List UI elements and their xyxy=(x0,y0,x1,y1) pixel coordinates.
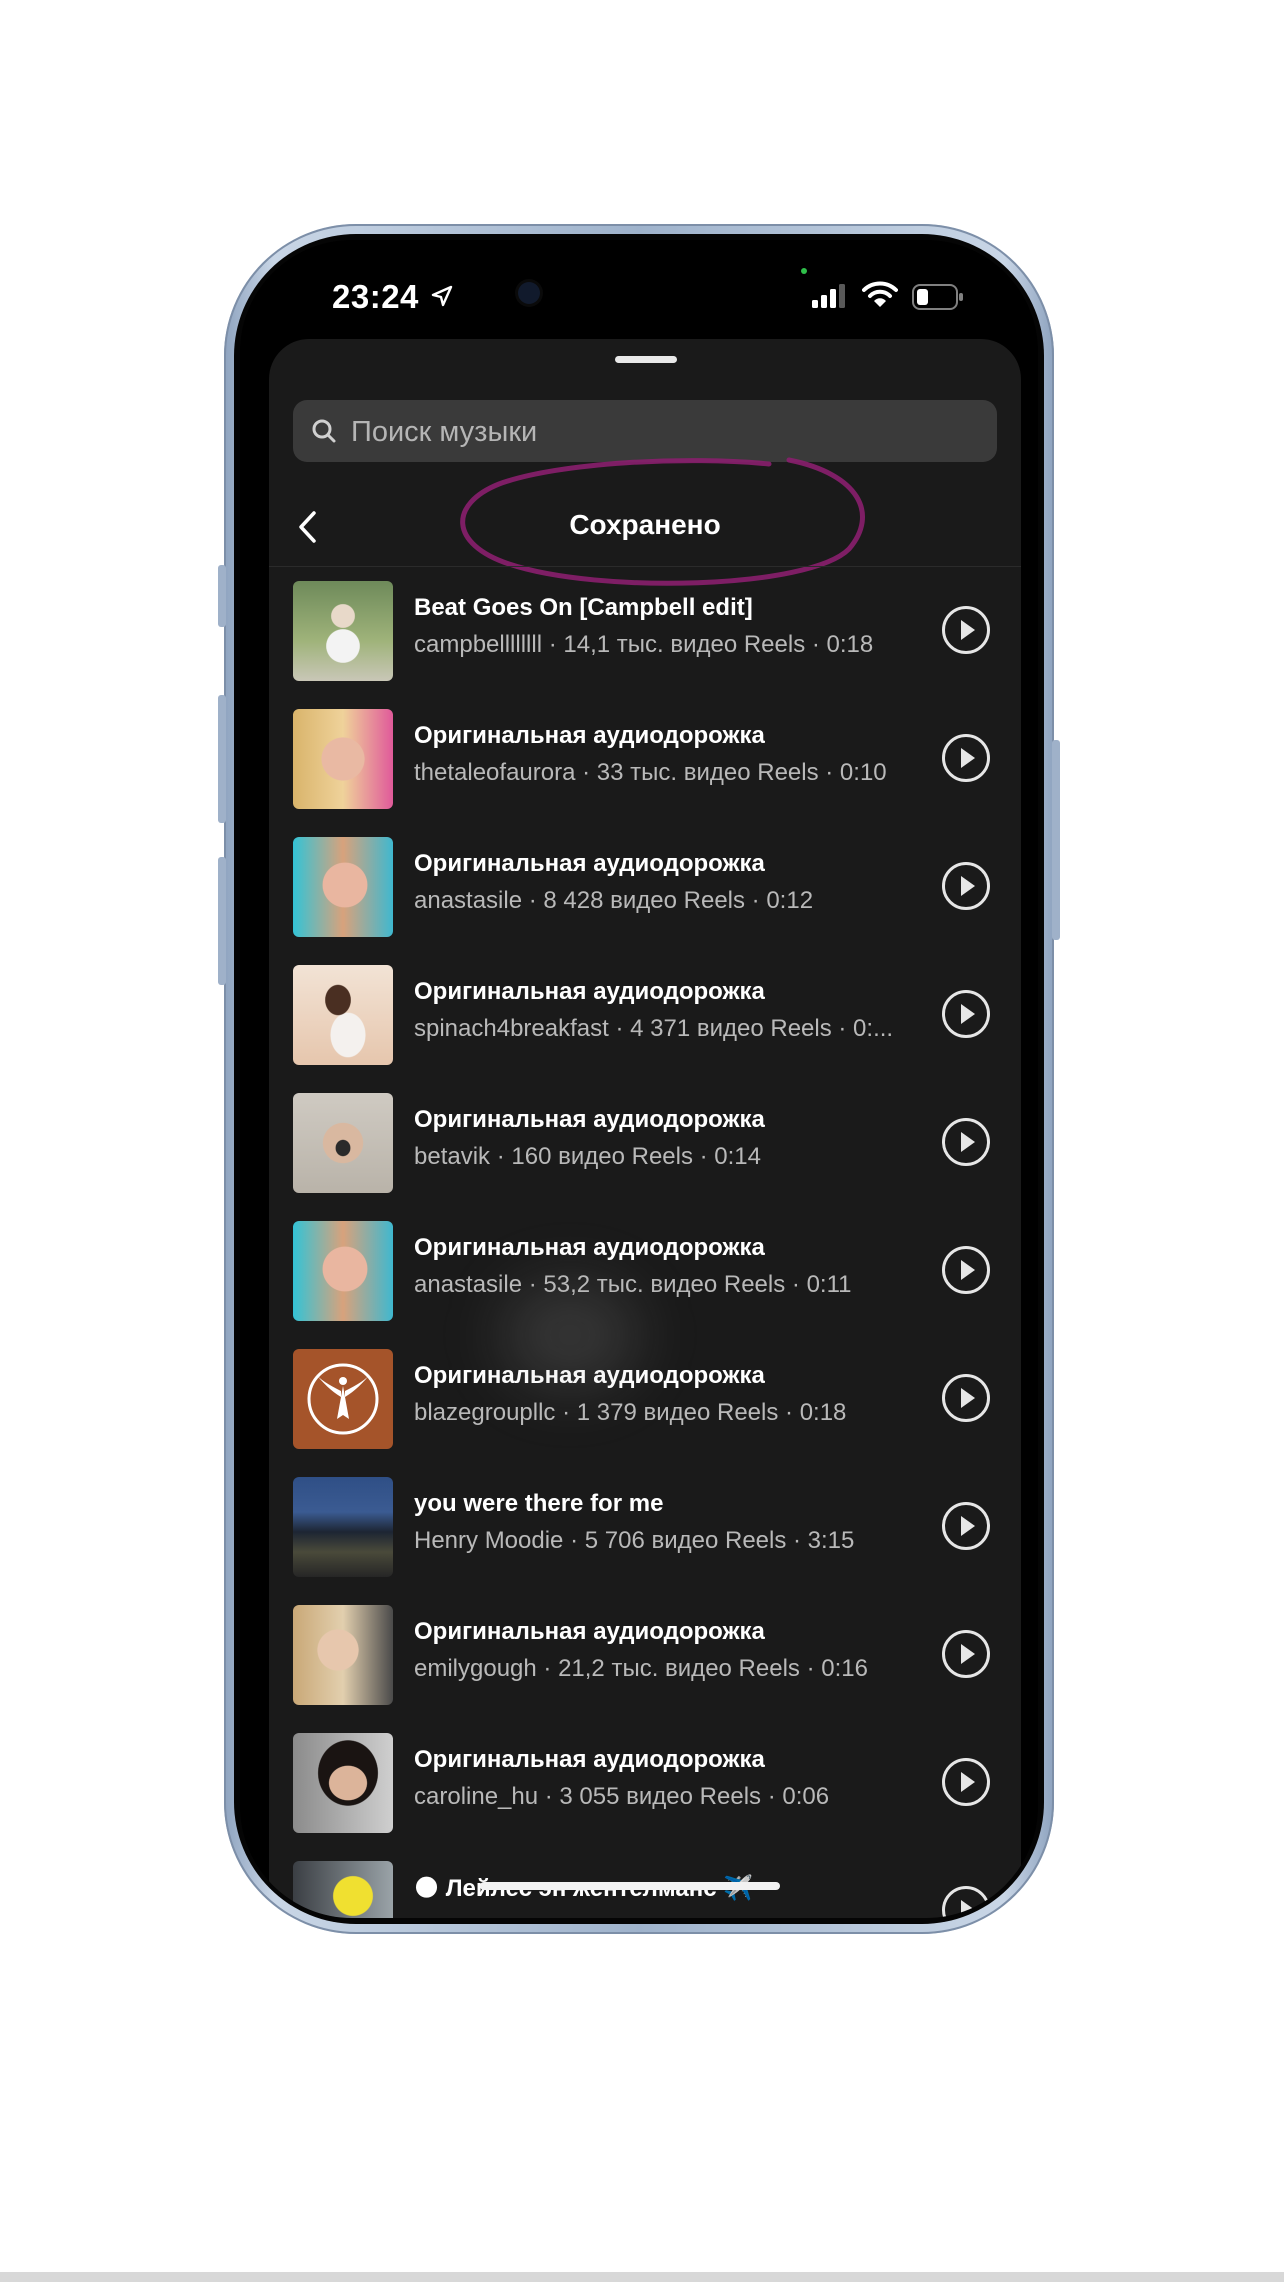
search-bar[interactable] xyxy=(293,400,997,464)
play-circle-icon[interactable] xyxy=(941,1757,991,1807)
angel-logo-icon xyxy=(307,1363,379,1435)
volume-down-button xyxy=(218,857,226,985)
power-button xyxy=(1052,740,1060,940)
track-row[interactable]: Оригинальная аудиодорожка emilygough · 2… xyxy=(269,1592,1021,1720)
track-subtitle: anastasile · 8 428 видео Reels · 0:12 xyxy=(414,887,814,914)
track-row[interactable]: Beat Goes On [Campbell edit] campbelllll… xyxy=(269,568,1021,696)
track-subtitle: Henry Moodie · 5 706 видео Reels · 3:15 xyxy=(414,1527,855,1554)
camera-icon xyxy=(518,282,540,304)
music-sheet: Сохранено Beat Goes On [Campbell edit] c… xyxy=(269,339,1021,1918)
track-cover xyxy=(293,709,393,809)
search-input[interactable] xyxy=(349,400,953,464)
track-row[interactable]: Оригинальная аудиодорожка anastasile · 5… xyxy=(269,1208,1021,1336)
track-row[interactable]: Оригинальная аудиодорожка spinach4breakf… xyxy=(269,952,1021,1080)
track-subtitle: campbellllllll · 14,1 тыс. видео Reels ·… xyxy=(414,631,874,658)
track-row[interactable]: Оригинальная аудиодорожка anastasile · 8… xyxy=(269,824,1021,952)
track-cover xyxy=(293,1093,393,1193)
play-circle-icon[interactable] xyxy=(941,989,991,1039)
track-title: Оригинальная аудиодорожка xyxy=(414,850,765,877)
track-title: Оригинальная аудиодорожка xyxy=(414,1106,765,1133)
play-circle-icon[interactable] xyxy=(941,605,991,655)
track-cover xyxy=(293,581,393,681)
track-subtitle: anastasile · 53,2 тыс. видео Reels · 0:1… xyxy=(414,1271,852,1298)
track-title: Оригинальная аудиодорожка xyxy=(414,1362,765,1389)
play-circle-icon[interactable] xyxy=(941,1117,991,1167)
track-subtitle: emilygough · 21,2 тыс. видео Reels · 0:1… xyxy=(414,1655,868,1682)
track-title: Оригинальная аудиодорожка xyxy=(414,978,765,1005)
track-title: Beat Goes On [Campbell edit] xyxy=(414,594,753,621)
track-cover xyxy=(293,1349,393,1449)
track-row[interactable]: Оригинальная аудиодорожка caroline_hu · … xyxy=(269,1720,1021,1848)
track-row[interactable]: Оригинальная аудиодорожка betavik · 160 … xyxy=(269,1080,1021,1208)
volume-up-button xyxy=(218,695,226,823)
privacy-indicator xyxy=(801,268,807,274)
play-circle-icon[interactable] xyxy=(941,733,991,783)
header-divider xyxy=(269,566,1021,567)
signal-icon xyxy=(812,284,846,313)
search-icon xyxy=(311,418,337,449)
track-title: Оригинальная аудиодорожка xyxy=(414,722,765,749)
status-time: 23:24 xyxy=(332,278,419,315)
page-bottom-strip xyxy=(0,2272,1284,2282)
track-cover xyxy=(293,1861,393,1918)
track-cover xyxy=(293,1477,393,1577)
track-subtitle: thetaleofaurora · 33 тыс. видео Reels · … xyxy=(414,759,887,786)
sheet-grabber[interactable] xyxy=(615,356,677,363)
page-title: Сохранено xyxy=(569,509,721,540)
track-subtitle: blazegroupllc · 1 379 видео Reels · 0:18 xyxy=(414,1399,847,1426)
track-row[interactable]: Оригинальная аудиодорожка blazegroupllc … xyxy=(269,1336,1021,1464)
track-cover xyxy=(293,1221,393,1321)
track-cover xyxy=(293,1605,393,1705)
track-subtitle: caroline_hu · 3 055 видео Reels · 0:06 xyxy=(414,1783,830,1810)
play-circle-icon[interactable] xyxy=(941,1629,991,1679)
battery-icon xyxy=(912,284,964,315)
play-circle-icon[interactable] xyxy=(941,1501,991,1551)
track-row[interactable]: you were there for me Henry Moodie · 5 7… xyxy=(269,1464,1021,1592)
home-indicator[interactable] xyxy=(480,1882,780,1890)
play-circle-icon[interactable] xyxy=(941,1885,991,1918)
dynamic-island xyxy=(547,274,733,324)
play-circle-icon[interactable] xyxy=(941,1373,991,1423)
mute-switch xyxy=(218,565,226,627)
phone-screen: 23:24 Поиск музыки Сохранено Beat Goes O… xyxy=(240,240,1038,1918)
track-cover xyxy=(293,1733,393,1833)
track-title: Оригинальная аудиодорожка xyxy=(414,1618,765,1645)
wifi-icon xyxy=(862,281,898,314)
location-arrow-icon xyxy=(430,284,454,313)
track-title: you were there for me xyxy=(414,1490,664,1517)
track-subtitle: spinach4breakfast · 4 371 видео Reels · … xyxy=(414,1015,894,1042)
track-row[interactable]: Оригинальная аудиодорожка thetaleofauror… xyxy=(269,696,1021,824)
track-title: Оригинальная аудиодорожка xyxy=(414,1746,765,1773)
track-cover xyxy=(293,837,393,937)
play-circle-icon[interactable] xyxy=(941,861,991,911)
track-subtitle: betavik · 160 видео Reels · 0:14 xyxy=(414,1143,762,1170)
track-cover xyxy=(293,965,393,1065)
track-title: Оригинальная аудиодорожка xyxy=(414,1234,765,1261)
play-circle-icon[interactable] xyxy=(941,1245,991,1295)
